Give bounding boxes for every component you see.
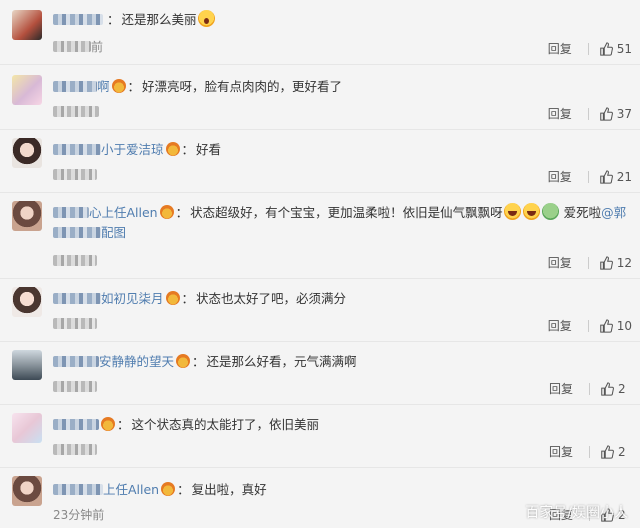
comment-row: 安静静的望天：还是那么好看，元气满满啊 回复 2: [0, 342, 640, 405]
blurred-username[interactable]: [53, 293, 101, 304]
comment-text: 还是那么美丽: [121, 12, 197, 27]
image-link[interactable]: 配图: [101, 225, 126, 240]
crown-badge-icon: [165, 142, 180, 156]
comment-row: 心上任Allen：状态超级好，有个宝宝，更加温柔啦！依旧是仙气飘飘呀 爱死啦@郭…: [0, 193, 640, 279]
comment-text-tail: 爱死啦: [563, 205, 602, 220]
reply-button[interactable]: 回复: [548, 40, 572, 57]
like-count: 21: [616, 169, 632, 184]
like-count: 37: [616, 106, 632, 121]
comment-row: 如初见柒月：状态也太好了吧，必须满分 回复 10: [0, 279, 640, 342]
avatar[interactable]: [12, 10, 42, 40]
laugh-emoji-icon: [522, 203, 540, 220]
blurred-username[interactable]: [53, 419, 99, 430]
thumbs-up-icon[interactable]: [599, 255, 613, 270]
reply-button[interactable]: 回复: [548, 317, 572, 334]
reply-button[interactable]: 回复: [548, 105, 572, 122]
username-link[interactable]: 啊: [97, 79, 110, 94]
blurred-username[interactable]: [53, 207, 89, 218]
comment-text: 还是那么好看，元气满满啊: [206, 354, 357, 369]
thumbs-up-icon[interactable]: [599, 106, 613, 121]
comment-text: 状态超级好，有个宝宝，更加温柔啦！依旧是仙气飘飘呀: [190, 205, 503, 220]
blurred-text: [53, 227, 101, 238]
comment-time: [53, 254, 97, 268]
crown-badge-icon: [101, 417, 115, 431]
mention-link[interactable]: @郭: [601, 205, 626, 220]
crown-badge-icon: [111, 79, 126, 93]
blurred-username[interactable]: [53, 14, 103, 25]
watermark: 百家号/娱圈小人: [525, 505, 628, 521]
crown-badge-icon: [159, 205, 174, 219]
like-count: 51: [616, 41, 632, 56]
thumbs-up-icon[interactable]: [599, 169, 613, 184]
blurred-username[interactable]: [53, 484, 103, 495]
comment-row: ：这个状态真的太能打了，依旧美丽 回复 2: [0, 405, 640, 468]
comment-time: [53, 317, 97, 331]
comment-time: [53, 168, 97, 182]
comment-row: 啊：好漂亮呀，脸有点肉肉的，更好看了 回复 37: [0, 65, 640, 130]
thumbs-up-icon[interactable]: [600, 444, 614, 459]
comment-text: 复出啦，真好: [191, 482, 267, 497]
avatar[interactable]: [12, 350, 42, 380]
thumbs-up-icon[interactable]: [599, 318, 613, 333]
comment-text: 这个状态真的太能打了，依旧美丽: [131, 417, 320, 432]
comment-time: [53, 443, 97, 457]
like-count: 2: [618, 444, 626, 459]
comment-body: ：还是那么美丽: [53, 10, 628, 30]
comment-row: 小于爱洁琼：好看 回复 21: [0, 130, 640, 193]
like-count: 10: [616, 318, 632, 333]
blurred-username[interactable]: [53, 81, 97, 92]
username-link[interactable]: 安静静的望天: [99, 354, 174, 369]
crown-badge-icon: [176, 354, 191, 368]
sticker-emoji-icon: [541, 203, 559, 220]
avatar[interactable]: [12, 476, 42, 506]
avatar[interactable]: [12, 75, 42, 105]
shock-emoji-icon: [197, 10, 215, 27]
comment-time: 前: [53, 38, 103, 55]
crown-badge-icon: [165, 291, 180, 305]
username-link[interactable]: 上任Allen: [103, 482, 159, 497]
reply-button[interactable]: 回复: [548, 254, 572, 271]
thumbs-up-icon[interactable]: [599, 41, 613, 56]
blurred-username[interactable]: [53, 144, 101, 155]
comment-row: ：还是那么美丽 前 回复 51: [0, 0, 640, 65]
like-count: 12: [616, 255, 632, 270]
thumbs-up-icon[interactable]: [600, 381, 614, 396]
username-link[interactable]: 如初见柒月: [101, 291, 164, 306]
avatar[interactable]: [12, 413, 42, 443]
username-link[interactable]: 心上任Allen: [89, 205, 158, 220]
avatar[interactable]: [12, 201, 42, 231]
comment-text: 好漂亮呀，脸有点肉肉的，更好看了: [142, 79, 343, 94]
laugh-emoji-icon: [503, 203, 521, 220]
reply-button[interactable]: 回复: [548, 168, 572, 185]
comment-text: 状态也太好了吧，必须满分: [196, 291, 347, 306]
username-link[interactable]: 小于爱洁琼: [101, 142, 164, 157]
comment-text: 好看: [196, 142, 222, 157]
comment-time: [53, 380, 97, 394]
avatar[interactable]: [12, 138, 42, 168]
like-count: 2: [618, 381, 626, 396]
blurred-username[interactable]: [53, 356, 99, 367]
comment-time: 23分钟前: [53, 508, 105, 522]
comment-time: [53, 105, 99, 119]
reply-button[interactable]: 回复: [549, 443, 573, 460]
reply-button[interactable]: 回复: [549, 380, 573, 397]
avatar[interactable]: [12, 287, 42, 317]
crown-badge-icon: [161, 482, 176, 496]
